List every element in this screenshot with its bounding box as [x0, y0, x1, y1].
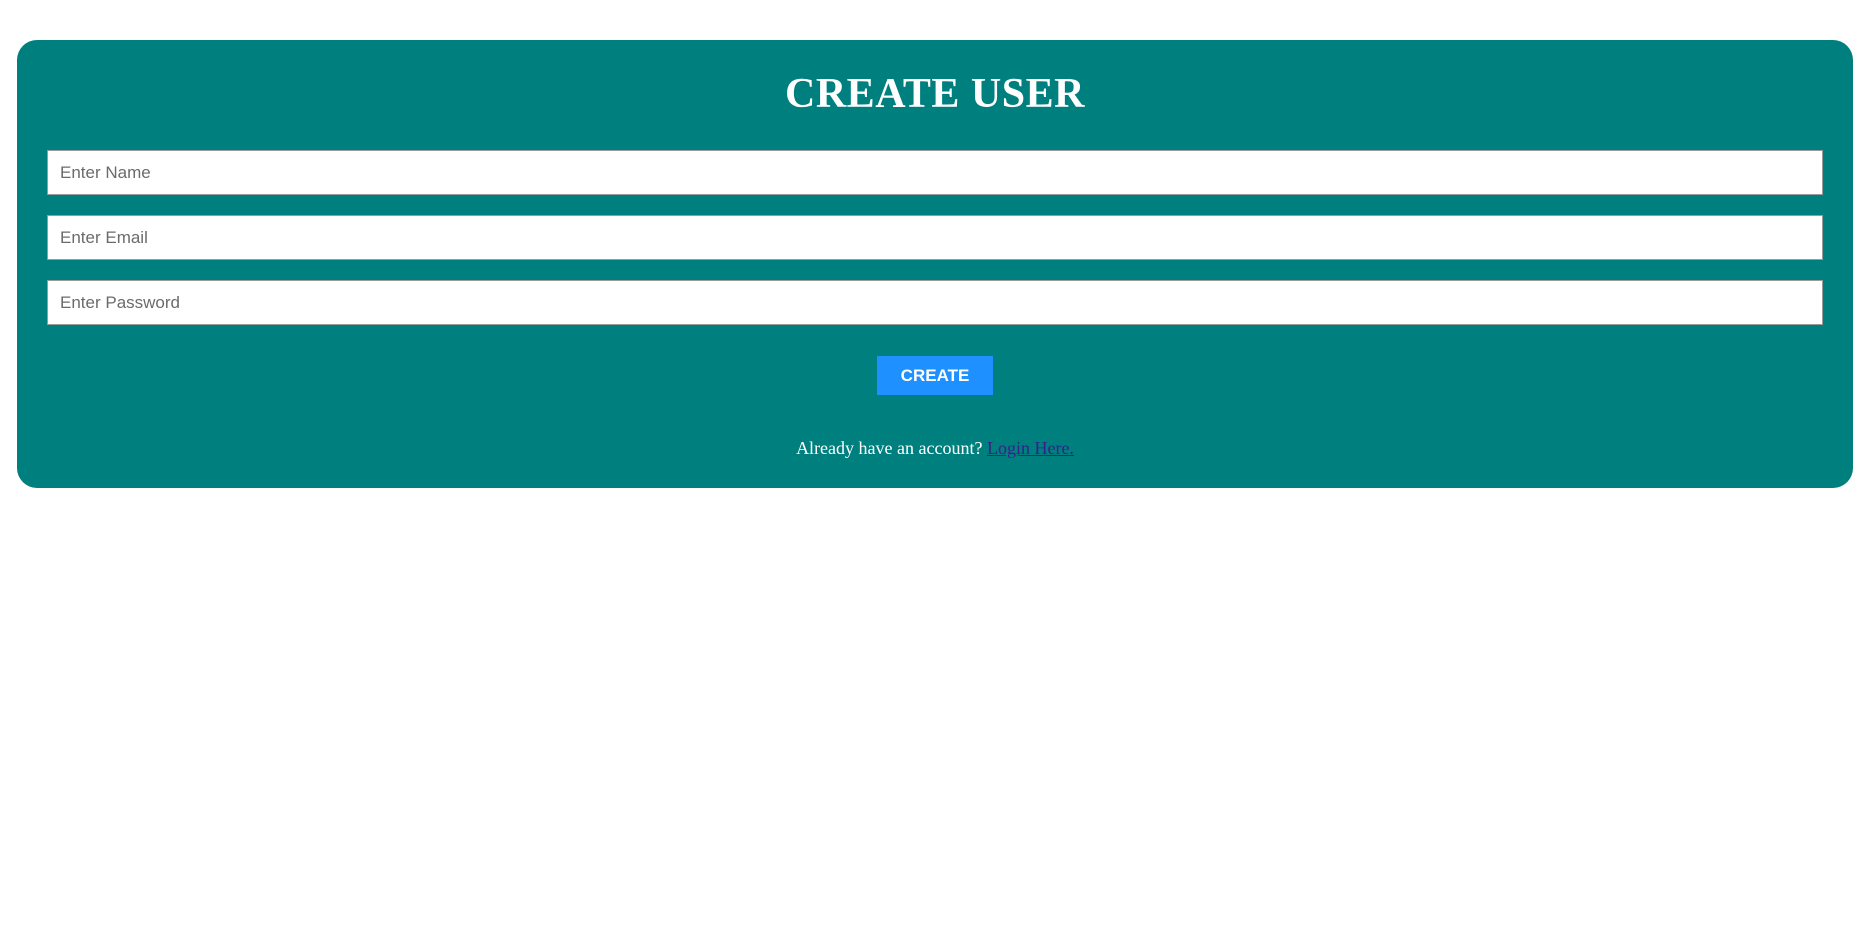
login-prompt: Already have an account? Login Here.: [0, 437, 1870, 459]
email-input[interactable]: [47, 215, 1823, 260]
password-input[interactable]: [47, 280, 1823, 325]
page-title: CREATE USER: [785, 71, 1085, 117]
login-link[interactable]: Login Here.: [987, 438, 1074, 458]
login-prompt-text: Already have an account?: [796, 438, 983, 458]
create-button[interactable]: CREATE: [877, 356, 993, 395]
name-input[interactable]: [47, 150, 1823, 195]
